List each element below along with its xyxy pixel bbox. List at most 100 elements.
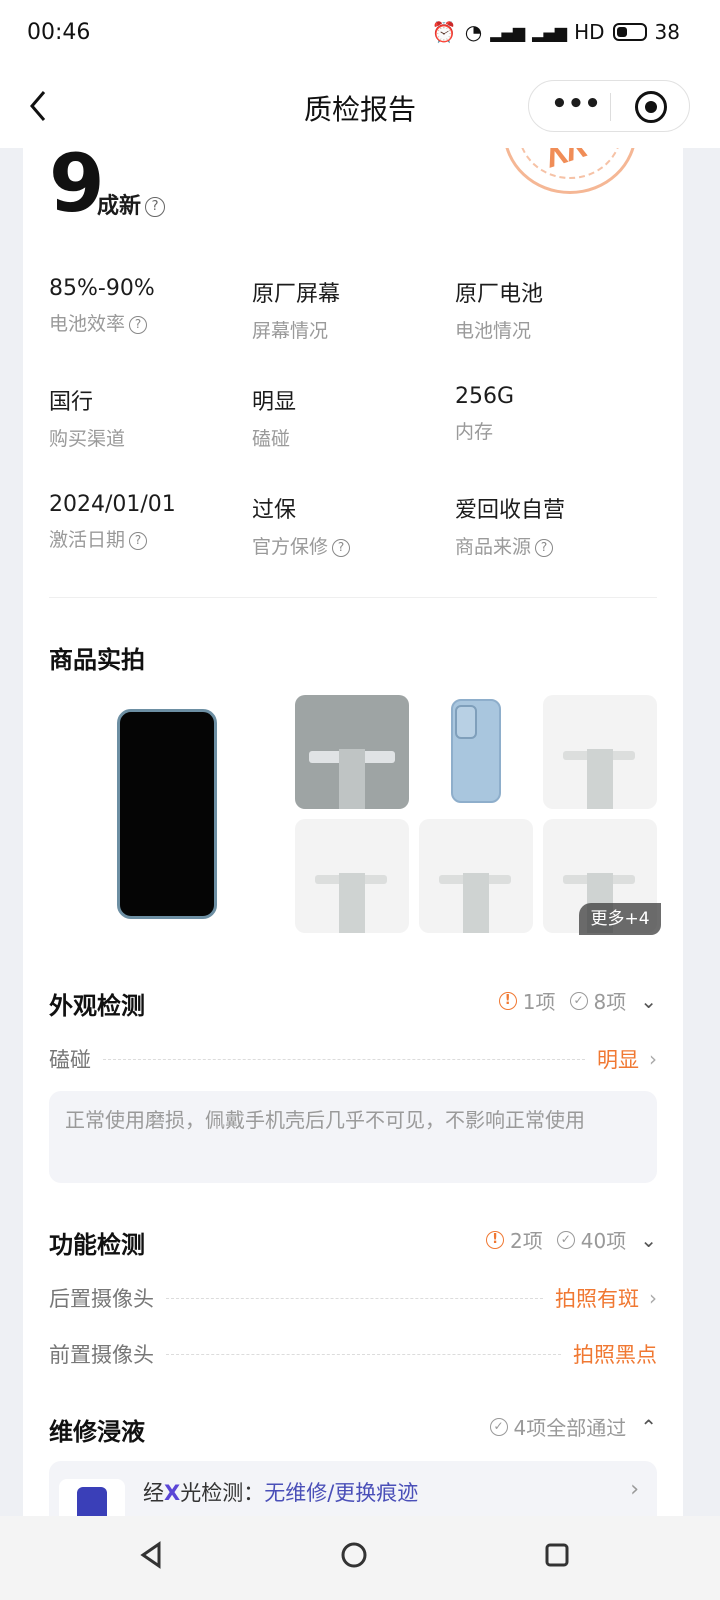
item-result: 拍照有斑 <box>555 1287 639 1311</box>
chevron-right-icon: › <box>649 1286 657 1310</box>
grade-label: 成新? <box>97 188 166 220</box>
signal-icon: ▂▄▆ <box>490 22 525 42</box>
issue-count: ! 2项 <box>486 1225 543 1254</box>
spec-dent: 明显 磕碰 <box>252 384 452 451</box>
repair-title: 维修浸液 <box>49 1418 145 1446</box>
stand-image <box>587 749 613 809</box>
spec-key: 屏幕情况 <box>252 320 329 342</box>
function-title: 功能检测 <box>49 1231 145 1259</box>
appearance-summary[interactable]: ! 1项 ✓ 8项 ⌄ <box>498 986 657 1015</box>
check-icon: ✓ <box>489 1417 508 1436</box>
system-nav-bar <box>0 1516 720 1600</box>
warning-icon: ! <box>498 991 517 1010</box>
signal-icon-2: ▂▄▆ <box>532 22 567 42</box>
photo-thumbnail[interactable] <box>419 819 533 933</box>
spec-value: 爱回收自营 <box>455 498 566 523</box>
check-icon: ✓ <box>569 991 588 1010</box>
chevron-right-icon: › <box>649 1047 657 1071</box>
appearance-title: 外观检测 <box>49 992 145 1020</box>
chevron-down-icon: ⌄ <box>640 1227 657 1252</box>
spec-key: 电池情况 <box>455 320 532 342</box>
pass-count: ✓ 8项 <box>569 986 627 1015</box>
item-result: 明显 <box>597 1048 639 1072</box>
photo-thumbnail[interactable] <box>295 695 409 809</box>
dashed-line <box>166 1297 543 1299</box>
function-item: 前置摄像头 拍照黑点 <box>49 1339 657 1369</box>
status-bar: 00:46 ⏰ ◔ ▂▄▆ ▂▄▆ HD 38 <box>0 0 720 68</box>
back-triangle-icon[interactable] <box>137 1540 167 1570</box>
item-name: 前置摄像头 <box>49 1343 154 1367</box>
spec-key-text: 官方保修 <box>252 536 329 558</box>
photo-thumbnail[interactable] <box>419 695 533 809</box>
spec-battery-efficiency: 85%-90% 电池效率? <box>49 276 249 336</box>
pass-count-text: 4项全部通过 <box>513 1416 627 1440</box>
spec-value: 明显 <box>252 390 297 415</box>
stand-image <box>463 873 489 933</box>
more-button[interactable]: ••• <box>551 89 601 123</box>
spec-storage: 256G 内存 <box>455 384 655 444</box>
function-item[interactable]: 后置摄像头 拍照有斑 › <box>49 1283 657 1313</box>
wifi-icon: ◔ <box>464 20 483 44</box>
issue-count-text: 2项 <box>510 1229 543 1253</box>
appearance-item[interactable]: 磕碰 明显 › <box>49 1044 657 1074</box>
spec-source: 爱回收自营 商品来源? <box>455 492 655 559</box>
dashed-line <box>103 1058 585 1060</box>
alarm-icon: ⏰ <box>431 20 457 44</box>
help-icon[interactable]: ? <box>332 538 351 557</box>
nav-bar: 质检报告 ••• <box>0 68 720 148</box>
issue-count-text: 1项 <box>522 990 556 1014</box>
status-time: 00:46 <box>27 20 91 45</box>
main-photo[interactable] <box>49 693 285 937</box>
function-summary[interactable]: ! 2项 ✓ 40项 ⌄ <box>486 1225 657 1254</box>
close-program-button[interactable] <box>635 91 667 123</box>
spec-key-text: 电池效率 <box>49 313 126 335</box>
pass-count-text: 8项 <box>593 990 627 1014</box>
spec-key: 磕碰 <box>252 428 291 450</box>
more-photos-button[interactable]: 更多+4 <box>579 903 661 935</box>
photo-gallery: 更多+4 <box>49 693 661 937</box>
capsule-divider <box>610 93 611 121</box>
battery-icon <box>612 23 647 41</box>
help-icon[interactable]: ? <box>145 197 166 217</box>
spec-key: 购买渠道 <box>49 428 126 450</box>
help-icon[interactable]: ? <box>535 538 554 557</box>
spec-value: 256G <box>455 384 515 409</box>
recents-square-icon[interactable] <box>542 1540 572 1570</box>
spec-key-text: 商品来源 <box>455 536 532 558</box>
appearance-note: 正常使用磨损，佩戴手机壳后几乎不可见，不影响正常使用 <box>49 1091 657 1183</box>
spec-value: 原厂电池 <box>455 282 544 307</box>
dashed-line <box>166 1353 561 1355</box>
issue-count: ! 1项 <box>498 986 556 1015</box>
item-result: 拍照黑点 <box>573 1343 657 1367</box>
repair-summary[interactable]: ✓ 4项全部通过 ⌃ <box>489 1412 657 1441</box>
section-divider <box>49 597 657 598</box>
xray-prefix: 经 <box>143 1481 164 1505</box>
home-circle-icon[interactable] <box>339 1540 369 1570</box>
phone-front-image <box>117 709 217 919</box>
photos-title: 商品实拍 <box>49 646 145 674</box>
photo-thumbnail[interactable] <box>295 819 409 933</box>
hd-label: HD <box>574 20 605 44</box>
report-card: 9 成新? ΛΛ 85%-90% 电池效率? 原厂屏幕 屏幕情况 原厂电池 电池… <box>23 148 683 1546</box>
pass-count: ✓ 40项 <box>556 1225 627 1254</box>
item-name: 后置摄像头 <box>49 1287 154 1311</box>
help-icon[interactable]: ? <box>129 315 148 334</box>
spec-activation-date: 2024/01/01 激活日期? <box>49 492 249 552</box>
spec-value: 过保 <box>252 498 297 523</box>
xray-value: 无维修/更换痕迹 <box>264 1481 419 1505</box>
pass-count-text: 40项 <box>580 1229 627 1253</box>
stand-image <box>339 749 365 809</box>
pass-count: ✓ 4项全部通过 <box>489 1412 627 1441</box>
stand-image <box>339 873 365 933</box>
spec-key: 官方保修? <box>252 532 452 559</box>
xray-label: 光检测： <box>180 1481 265 1505</box>
spec-battery: 原厂电池 电池情况 <box>455 276 655 343</box>
photo-thumbnail[interactable] <box>543 695 657 809</box>
spec-key: 商品来源? <box>455 532 655 559</box>
chevron-right-icon: › <box>630 1477 639 1502</box>
help-icon[interactable]: ? <box>129 531 148 550</box>
certification-stamp: ΛΛ <box>503 148 637 194</box>
mini-program-capsule: ••• <box>528 80 690 132</box>
battery-level: 38 <box>654 20 680 44</box>
spec-value: 原厂屏幕 <box>252 282 341 307</box>
